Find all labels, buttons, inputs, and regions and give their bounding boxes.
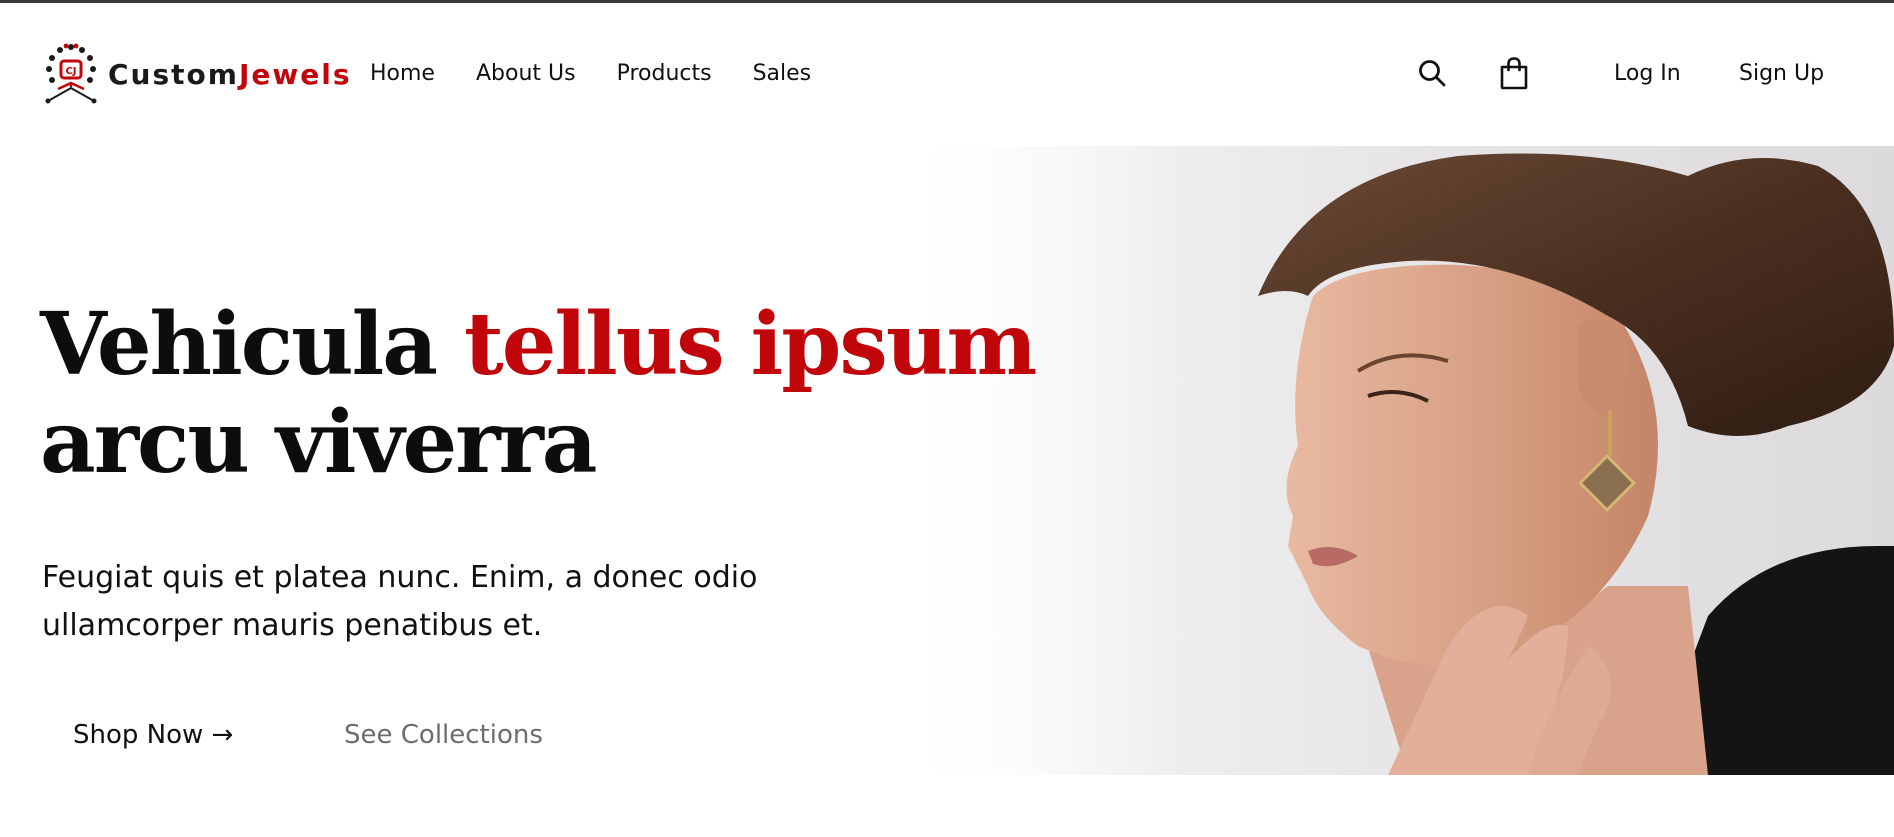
hero-image [888,146,1894,775]
nav-sales[interactable]: Sales [753,61,812,86]
brand-name-part2: Jewels [238,57,352,91]
signup-link[interactable]: Sign Up [1739,61,1824,86]
shopping-bag-icon [1500,57,1528,90]
hero-title-part2: arcu viverra [40,392,598,493]
hero-title-part1: Vehicula [40,294,464,395]
hero-subtitle: Feugiat quis et platea nunc. Enim, a don… [42,560,758,643]
hero-title: Vehicula tellus ipsum arcu viverra [40,294,1037,493]
brand-logo[interactable]: CJ CustomJewels [38,39,351,109]
logo-emblem-icon: CJ [45,43,97,104]
nav-products[interactable]: Products [617,61,712,86]
brand-name: CustomJewels [108,58,351,91]
model-portrait-illustration [888,146,1894,775]
nav-home[interactable]: Home [370,61,435,86]
login-link[interactable]: Log In [1614,61,1681,86]
nav-about-us[interactable]: About Us [476,61,576,86]
search-button[interactable] [1415,55,1449,91]
shop-now-button[interactable]: Shop Now → [73,720,233,750]
see-collections-button[interactable]: See Collections [344,720,543,750]
main-nav: Home About Us Products Sales [370,61,852,86]
brand-name-part1: Custom [108,57,239,91]
site-header: CJ CustomJewels Home About Us Products S… [0,3,1894,143]
cart-button[interactable] [1497,55,1531,91]
hero-title-highlight: tellus ipsum [463,294,1037,395]
logo-initials: CJ [65,66,76,77]
search-icon [1419,60,1446,87]
